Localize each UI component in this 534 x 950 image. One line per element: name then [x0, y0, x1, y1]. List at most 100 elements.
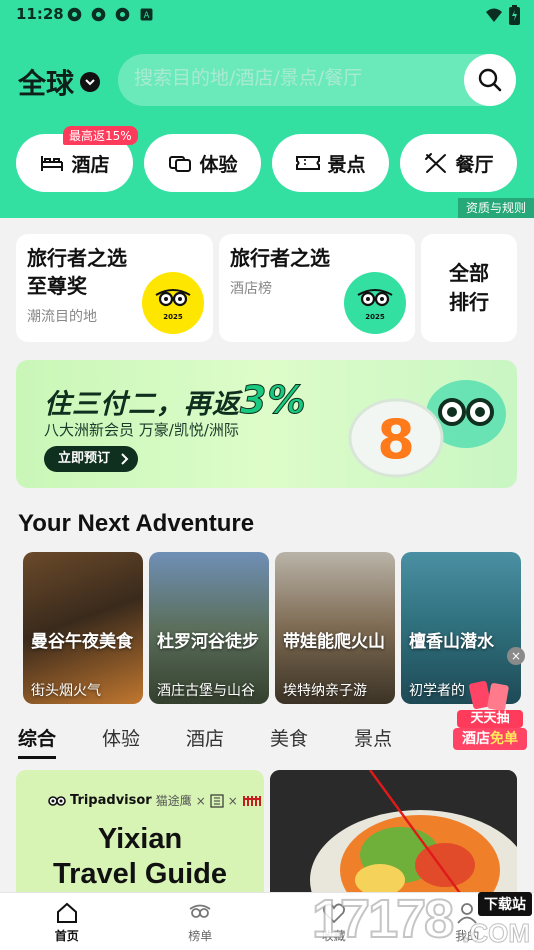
- award-card-premium[interactable]: 旅行者之选 至尊奖 潮流目的地 2025: [16, 234, 213, 342]
- adventure-card[interactable]: 杜罗河谷徒步 酒庄古堡与山谷: [149, 552, 269, 704]
- book-now-label: 立即预订: [58, 451, 111, 466]
- guide-title-line: Travel Guide: [52, 858, 228, 890]
- salad-photo: [270, 770, 517, 900]
- category-experience-button[interactable]: 体验: [144, 134, 261, 192]
- category-label: 体验: [199, 153, 238, 176]
- rankings-line: 全部: [449, 261, 489, 285]
- home-icon: [56, 902, 77, 923]
- adventure-desc: 街头烟火气: [31, 683, 101, 699]
- award-title: 旅行者之选: [230, 246, 330, 270]
- tripadvisor-logo-icon: [48, 795, 66, 806]
- hotel-badge: 最高返15%: [63, 126, 138, 145]
- owl-coin-illustration: 8: [348, 380, 506, 478]
- award-subtitle: 潮流目的地: [27, 309, 97, 325]
- adventure-card[interactable]: 曼谷午夜美食 街头烟火气: [23, 552, 143, 704]
- search-input[interactable]: [134, 67, 464, 89]
- feed-tabs: 综合 体验 酒店 美食 景点: [18, 724, 438, 759]
- category-buttons: 最高返15% 酒店 体验 景点 餐厅: [16, 126, 517, 192]
- free-hotel-label: 酒店免单: [453, 728, 527, 750]
- battery-icon: [509, 5, 520, 25]
- app-notification-icon: [91, 7, 106, 22]
- promo-title-text: 住三付二，再返: [44, 389, 240, 420]
- wifi-icon: [486, 8, 502, 22]
- award-card-hotels[interactable]: 旅行者之选 酒店榜 2025: [219, 234, 415, 342]
- promo-title: 住三付二，再返3%: [44, 378, 307, 423]
- adventure-card[interactable]: 带娃能爬火山 埃特纳亲子游: [275, 552, 395, 704]
- adventure-desc: 酒庄古堡与山谷: [157, 683, 255, 699]
- brand-name: Tripadvisor: [70, 793, 152, 808]
- search-button[interactable]: [464, 54, 516, 106]
- red-envelope-icon: [469, 680, 509, 711]
- adventure-name: 带娃能爬火山: [283, 632, 385, 652]
- adventure-name: 檀香山潜水: [409, 632, 494, 652]
- svg-text:8: 8: [377, 408, 415, 471]
- app-notification-icon: [115, 7, 130, 22]
- utensils-icon: [425, 153, 447, 173]
- status-time: 11:28: [16, 5, 64, 23]
- partner-logo-icon: [242, 795, 261, 806]
- close-icon[interactable]: ×: [507, 647, 525, 665]
- tab-all[interactable]: 综合: [18, 724, 57, 759]
- header: 11:28 A 全球 最高返15% 酒店 体验: [0, 0, 534, 218]
- feed-card-guide[interactable]: Tripadvisor 猫途鹰 × × Yixian Travel Guide: [16, 770, 264, 900]
- category-attractions-button[interactable]: 景点: [272, 134, 389, 192]
- book-now-button[interactable]: 立即预订: [44, 446, 139, 472]
- chevron-down-icon: [80, 72, 101, 92]
- promo-percent: 3%: [240, 378, 307, 423]
- promo-banner[interactable]: 住三付二，再返3% 八大洲新会员 万豪/凯悦/洲际 立即预订 8: [16, 360, 517, 488]
- guide-title: Yixian Travel Guide: [16, 822, 264, 892]
- app-notification-icon: [67, 7, 82, 22]
- category-label: 酒店: [71, 153, 110, 176]
- daily-draw-promo[interactable]: 天天抽 酒店免单: [453, 680, 527, 752]
- bed-icon: [41, 156, 64, 171]
- rankings-line: 排行: [449, 290, 489, 314]
- rules-link[interactable]: 资质与规则: [457, 198, 534, 218]
- attraction-ticket-icon: [296, 156, 321, 170]
- category-restaurant-button[interactable]: 餐厅: [400, 134, 517, 192]
- app-notification-icon: A: [140, 8, 153, 21]
- chevron-right-icon: [121, 453, 129, 465]
- search-bar[interactable]: [118, 54, 516, 106]
- region-selector[interactable]: 全球: [18, 62, 101, 102]
- tab-experiences[interactable]: 体验: [102, 724, 140, 751]
- region-label: 全球: [18, 67, 75, 100]
- category-label: 景点: [327, 153, 366, 176]
- adventure-carousel: 曼谷午夜美食 街头烟火气 杜罗河谷徒步 酒庄古堡与山谷 带娃能爬火山 埃特纳亲子…: [23, 552, 521, 704]
- promo-description: 八大洲新会员 万豪/凯悦/洲际: [44, 421, 239, 439]
- category-hotel-button[interactable]: 最高返15% 酒店: [16, 126, 138, 192]
- partner-separator: ×: [227, 793, 238, 808]
- status-bar: 11:28 A: [0, 0, 534, 30]
- nav-label: 首页: [54, 929, 79, 943]
- award-title-line: 旅行者之选: [27, 246, 127, 270]
- free-hotel-text: 酒店: [462, 731, 490, 747]
- all-rankings-card[interactable]: 全部 排行: [421, 234, 517, 342]
- award-medal-icon: 2025: [344, 272, 406, 334]
- tab-food[interactable]: 美食: [270, 724, 308, 751]
- award-title: 旅行者之选 至尊奖: [27, 244, 127, 300]
- tab-attractions[interactable]: 景点: [354, 724, 392, 751]
- adventure-desc: 埃特纳亲子游: [283, 683, 367, 699]
- feed-card-photo[interactable]: [270, 770, 517, 900]
- watermark-tag: 下载站: [478, 892, 532, 916]
- partner-separator: ×: [195, 793, 206, 808]
- partner-logo-icon: [210, 793, 224, 808]
- notification-icons: A: [66, 6, 155, 23]
- section-title: Your Next Adventure: [18, 510, 255, 537]
- guide-title-line: Yixian: [97, 823, 183, 855]
- award-icon: [189, 904, 211, 918]
- award-medal-icon: 2025: [142, 272, 204, 334]
- tab-hotels[interactable]: 酒店: [186, 724, 224, 751]
- award-cards: 旅行者之选 至尊奖 潮流目的地 2025 旅行者之选 酒店榜 2025 全部 排…: [16, 234, 517, 342]
- nav-rankings[interactable]: 榜单: [134, 893, 268, 950]
- adventure-name: 曼谷午夜美食: [31, 632, 133, 652]
- nav-home[interactable]: 首页: [0, 893, 134, 950]
- award-subtitle: 酒店榜: [230, 281, 272, 297]
- category-label: 餐厅: [455, 153, 494, 176]
- all-rankings-label: 全部 排行: [421, 259, 517, 317]
- brand-row: Tripadvisor 猫途鹰 × ×: [48, 792, 264, 809]
- daily-draw-label: 天天抽: [457, 710, 523, 728]
- search-icon: [478, 68, 502, 92]
- ticket-icon: [169, 156, 192, 172]
- award-title-line: 至尊奖: [27, 274, 87, 298]
- nav-label: 榜单: [188, 929, 213, 943]
